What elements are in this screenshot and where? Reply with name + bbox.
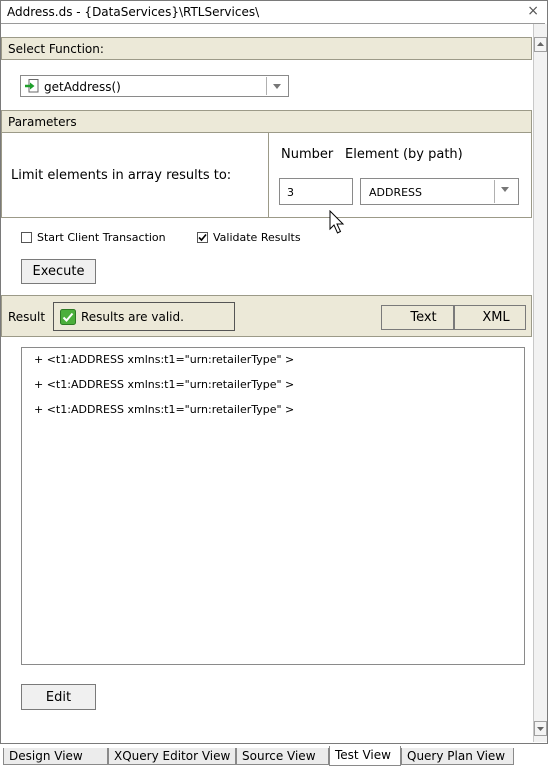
validate-results-label[interactable]: Validate Results xyxy=(213,231,301,244)
chevron-down-icon[interactable] xyxy=(494,180,517,203)
number-input[interactable]: 3 xyxy=(279,178,353,205)
function-select-value: getAddress() xyxy=(44,80,121,94)
select-function-label: Select Function: xyxy=(8,42,104,56)
limit-label: Limit elements in array results to: xyxy=(11,168,232,183)
function-select[interactable]: getAddress() xyxy=(20,75,289,97)
test-view-panel: Select Function: getAddress() Parameters… xyxy=(1,24,532,742)
result-tree-node[interactable]: + <t1:ADDRESS xmlns:t1="urn:retailerType… xyxy=(34,403,294,416)
parameters-label: Parameters xyxy=(8,115,77,129)
tab-label: Source View xyxy=(242,749,316,763)
element-column-header: Element (by path) xyxy=(345,147,463,162)
result-label: Result xyxy=(8,310,46,324)
tab-query-plan-view[interactable]: Query Plan View xyxy=(401,748,514,765)
close-icon[interactable]: × xyxy=(527,3,539,19)
vertical-scrollbar[interactable] xyxy=(533,24,547,742)
start-client-transaction-label[interactable]: Start Client Transaction xyxy=(37,231,166,244)
tab-design-view[interactable]: Design View xyxy=(3,748,108,765)
number-input-value: 3 xyxy=(287,186,294,199)
validate-results-checkbox[interactable] xyxy=(197,232,208,243)
select-function-header: Select Function: xyxy=(1,37,532,60)
execute-button-label: Execute xyxy=(32,264,85,279)
tab-label: Design View xyxy=(9,749,83,763)
element-path-value: ADDRESS xyxy=(369,186,423,199)
tab-source-view[interactable]: Source View xyxy=(236,748,329,765)
window-titlebar: Address.ds - {DataServices}\RTLServices\… xyxy=(1,1,545,24)
text-view-button-label: Text xyxy=(410,310,437,325)
window-title: Address.ds - {DataServices}\RTLServices\ xyxy=(7,5,260,19)
validation-status-text: Results are valid. xyxy=(81,310,184,324)
results-tree[interactable]: + <t1:ADDRESS xmlns:t1="urn:retailerType… xyxy=(21,347,525,665)
view-tabs: Design View XQuery Editor View Source Vi… xyxy=(0,746,548,766)
function-icon xyxy=(24,78,40,94)
parameters-table: Limit elements in array results to: Numb… xyxy=(1,133,532,218)
result-tree-node[interactable]: + <t1:ADDRESS xmlns:t1="urn:retailerType… xyxy=(34,353,294,366)
scroll-up-icon[interactable] xyxy=(534,37,547,52)
parameters-header: Parameters xyxy=(1,110,532,133)
xml-view-button-label: XML xyxy=(482,310,510,325)
checkmark-icon xyxy=(198,233,207,242)
mouse-cursor-icon xyxy=(329,210,345,234)
valid-check-icon xyxy=(60,309,76,325)
number-column-header: Number xyxy=(281,147,334,162)
start-client-transaction-checkbox[interactable] xyxy=(21,232,32,243)
chevron-down-icon[interactable] xyxy=(266,77,287,95)
element-path-select[interactable]: ADDRESS xyxy=(360,178,519,205)
execute-button[interactable]: Execute xyxy=(21,259,96,284)
text-view-button[interactable]: Text xyxy=(381,305,454,330)
result-header: Result Results are valid. Text XML xyxy=(1,295,532,337)
tab-test-view[interactable]: Test View xyxy=(329,746,401,766)
validation-status: Results are valid. xyxy=(53,302,235,331)
tab-label: Test View xyxy=(335,748,391,762)
xml-view-button[interactable]: XML xyxy=(454,305,526,330)
result-tree-node[interactable]: + <t1:ADDRESS xmlns:t1="urn:retailerType… xyxy=(34,378,294,391)
tab-xquery-editor-view[interactable]: XQuery Editor View xyxy=(108,748,236,765)
scroll-down-icon[interactable] xyxy=(534,721,547,736)
tab-label: XQuery Editor View xyxy=(114,749,231,763)
limit-label-cell: Limit elements in array results to: xyxy=(2,133,269,217)
tab-label: Query Plan View xyxy=(407,749,506,763)
edit-button[interactable]: Edit xyxy=(21,684,96,710)
edit-button-label: Edit xyxy=(45,690,72,705)
